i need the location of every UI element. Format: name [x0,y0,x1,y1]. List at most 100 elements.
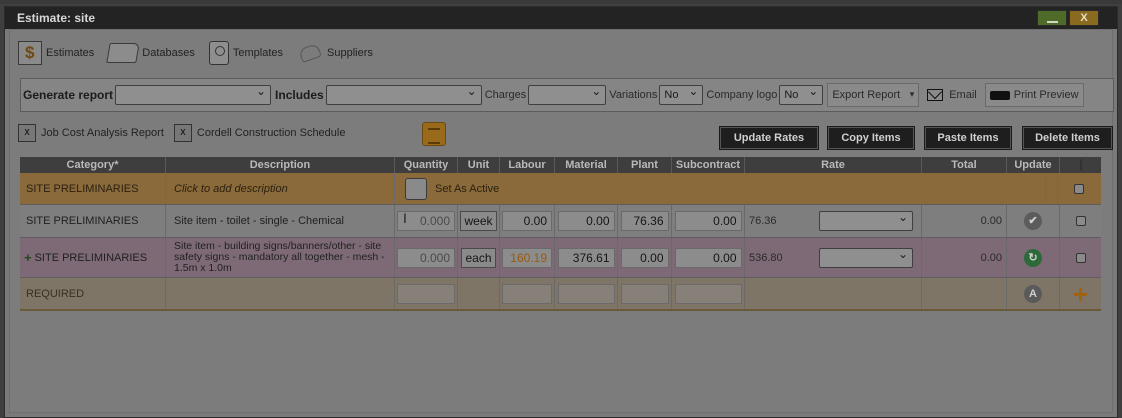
col-subcontract[interactable]: Subcontract [672,157,745,173]
export-report-button[interactable]: Export Report ▾ [827,83,920,107]
nav-databases-label: Databases [142,47,195,59]
printer-icon [989,86,1010,106]
email-label: Email [949,89,977,101]
nav-estimates-label: Estimates [46,47,95,59]
includes-select[interactable] [325,82,482,105]
window-title: Estimate: site [17,11,96,25]
estimate-content: Estimates Databases Templates Suppliers … [9,29,1114,413]
table-row[interactable]: SITE PRELIMINARIES Site item - toilet - … [20,205,1101,238]
select-all-checkbox[interactable] [1079,158,1082,172]
item-category: SITE PRELIMINARIES [34,251,148,264]
rate-select[interactable] [819,208,913,231]
unit-select[interactable]: each [461,247,496,268]
minimize-button[interactable] [1037,10,1067,26]
nav-suppliers-label: Suppliers [327,47,373,59]
close-button[interactable]: X [1069,10,1099,26]
refresh-icon[interactable]: ↻ [1024,248,1042,267]
required-plant-input[interactable] [620,283,669,304]
auto-icon[interactable]: A [1024,284,1042,303]
add-row-icon[interactable]: + [1073,281,1088,307]
estimate-grid: Category* Description Quantity Unit Labo… [20,157,1101,311]
table-row[interactable]: + SITE PRELIMINARIES Site item - buildin… [20,238,1101,278]
copy-items-button[interactable]: Copy Items [827,126,915,150]
item-category: SITE PRELIMINARIES [20,205,166,237]
print-preview-label: Print Preview [1013,89,1079,101]
variations-label: Variations [609,89,658,101]
export-dropdown-icon: ▾ [909,89,915,99]
required-unit[interactable] [458,278,500,309]
job-cost-analysis-link[interactable]: X Job Cost Analysis Report [18,124,164,142]
required-labour-input[interactable] [502,283,552,304]
set-active-cell: Set As Active [395,173,1046,204]
col-material[interactable]: Material [555,157,618,173]
col-select-all[interactable] [1060,157,1101,173]
required-quantity-input[interactable] [397,283,455,304]
col-rate[interactable]: Rate [745,157,922,173]
report-links: X Job Cost Analysis Report X Cordell Con… [18,124,355,142]
col-description[interactable]: Description [166,157,395,173]
required-subcontract-input[interactable] [674,283,742,304]
email-button[interactable]: Email [923,83,981,107]
nav-suppliers[interactable]: Suppliers [297,42,373,64]
background-strip [0,0,1122,4]
row-checkbox[interactable] [1073,183,1084,194]
plant-input[interactable]: 76.36 [620,211,669,231]
update-rates-button[interactable]: Update Rates [719,126,819,150]
subcontract-input[interactable]: 0.00 [674,211,742,231]
paste-items-button[interactable]: Paste Items [924,126,1012,150]
estimates-icon [18,41,42,65]
required-description[interactable] [166,278,395,309]
required-total [922,278,1007,309]
required-material-input[interactable] [557,283,615,304]
col-labour[interactable]: Labour [500,157,555,173]
grid-header: Category* Description Quantity Unit Labo… [20,157,1101,173]
required-row[interactable]: REQUIRED A + [20,278,1101,311]
print-preview-button[interactable]: Print Preview [984,83,1084,107]
company-logo-select[interactable]: No [779,82,824,105]
row-checkbox[interactable] [1075,216,1086,226]
variations-select[interactable]: No [659,82,704,105]
labour-input[interactable]: 160.19 [502,247,552,268]
generate-report-label: Generate report [23,88,114,102]
calculator-icon[interactable] [422,122,446,146]
main-nav: Estimates Databases Templates Suppliers [18,38,387,68]
labour-input[interactable]: 0.00 [502,211,552,231]
suppliers-icon [297,42,323,64]
generate-report-select[interactable] [115,82,272,105]
col-total[interactable]: Total [922,157,1007,173]
col-category[interactable]: Category* [20,157,166,173]
total-value: 0.00 [922,205,1007,237]
rate-value: 76.36 [749,215,777,227]
row-checkbox[interactable] [1075,252,1086,263]
check-icon[interactable]: ✔ [1024,212,1042,230]
plant-input[interactable]: 0.00 [620,247,669,268]
material-input[interactable]: 0.00 [557,211,615,231]
material-input[interactable]: 376.61 [557,247,615,268]
text-cursor-icon: I [403,210,407,226]
item-description[interactable]: Site item - toilet - single - Chemical [166,205,395,237]
title-bar: Estimate: site X [5,7,1117,29]
nav-estimates[interactable]: Estimates [18,41,94,65]
col-quantity[interactable]: Quantity [395,157,458,173]
nav-databases[interactable]: Databases [106,43,195,63]
required-rate [745,278,922,309]
col-unit[interactable]: Unit [458,157,500,173]
subcontract-input[interactable]: 0.00 [674,247,742,268]
cordell-schedule-label: Cordell Construction Schedule [196,127,346,139]
col-plant[interactable]: Plant [618,157,672,173]
expand-icon[interactable]: + [24,250,32,265]
category-row[interactable]: SITE PRELIMINARIES Click to add descript… [20,173,1101,205]
unit-select[interactable]: week [460,211,497,231]
item-description[interactable]: Site item - building signs/banners/other… [166,238,395,277]
rate-select[interactable] [819,245,913,268]
col-update[interactable]: Update [1007,157,1060,173]
set-active-checkbox[interactable] [405,177,427,200]
description-placeholder[interactable]: Click to add description [166,173,395,204]
quantity-input[interactable]: 0.000 [397,247,455,268]
set-active-label: Set As Active [435,182,500,195]
delete-items-button[interactable]: Delete Items [1022,126,1113,150]
cordell-schedule-link[interactable]: X Cordell Construction Schedule [173,124,346,142]
nav-templates[interactable]: Templates [208,41,283,65]
charges-select[interactable] [528,82,607,105]
required-category[interactable]: REQUIRED [20,278,166,309]
